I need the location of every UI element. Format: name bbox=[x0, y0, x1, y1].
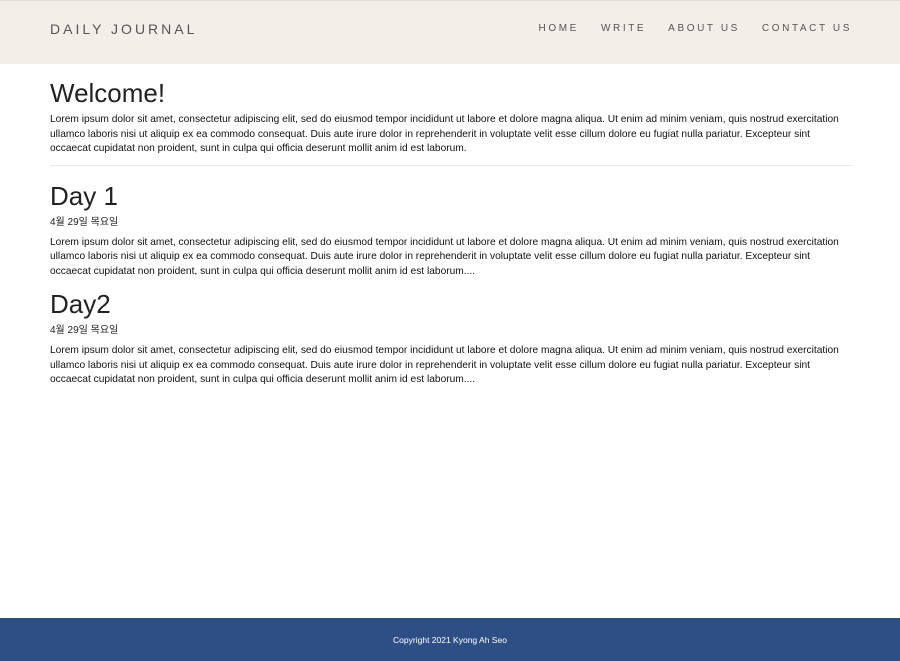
page: DAILY JOURNAL HOME WRITE ABOUT US CONTAC… bbox=[0, 0, 900, 661]
post-title: Day 1 bbox=[50, 180, 118, 211]
nav-about-link[interactable]: ABOUT US bbox=[668, 23, 740, 34]
nav-links: HOME WRITE ABOUT US CONTACT US bbox=[517, 23, 852, 34]
nav-contact-link[interactable]: CONTACT US bbox=[762, 23, 852, 34]
post-day-1: Day 1 4월 29일 목요일 Lorem ipsum dolor sit a… bbox=[50, 181, 852, 280]
main-content: Welcome! Lorem ipsum dolor sit amet, con… bbox=[0, 78, 900, 388]
welcome-text: Lorem ipsum dolor sit amet, consectetur … bbox=[50, 114, 839, 154]
post-excerpt: Lorem ipsum dolor sit amet, consectetur … bbox=[50, 236, 839, 277]
divider bbox=[50, 164, 852, 166]
navbar: DAILY JOURNAL HOME WRITE ABOUT US CONTAC… bbox=[0, 1, 900, 64]
welcome-title: Welcome! bbox=[50, 78, 166, 108]
nav-home-link[interactable]: HOME bbox=[539, 23, 579, 34]
brand-link[interactable]: DAILY JOURNAL bbox=[50, 21, 197, 37]
post-date: 4월 29일 목요일 bbox=[50, 325, 119, 336]
post-day-2: Day2 4월 29일 목요일 Lorem ipsum dolor sit am… bbox=[50, 289, 852, 388]
welcome-section: Welcome! Lorem ipsum dolor sit amet, con… bbox=[50, 78, 852, 166]
post-excerpt: Lorem ipsum dolor sit amet, consectetur … bbox=[50, 345, 839, 385]
footer: Copyright 2021 Kyong Ah Seo bbox=[0, 618, 900, 661]
nav-write-link[interactable]: WRITE bbox=[601, 23, 646, 34]
post-date: 4월 29일 목요일 bbox=[50, 216, 119, 228]
copyright-text: Copyright 2021 Kyong Ah Seo bbox=[393, 634, 507, 645]
post-title: Day2 bbox=[50, 289, 111, 319]
